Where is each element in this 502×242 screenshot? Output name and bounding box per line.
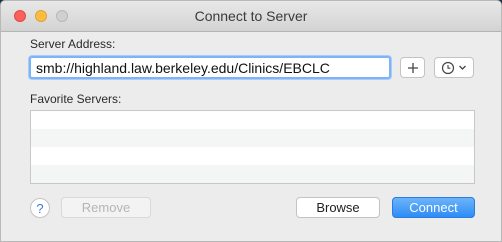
list-row — [31, 147, 474, 165]
favorite-servers-label: Favorite Servers: — [30, 92, 122, 106]
clock-icon — [441, 61, 455, 74]
connect-to-server-window: Connect to Server Server Address: Favori… — [0, 0, 502, 242]
title-bar: Connect to Server — [1, 1, 501, 32]
server-address-label: Server Address: — [30, 37, 116, 51]
chevron-down-icon — [459, 65, 466, 70]
favorite-servers-list[interactable] — [30, 110, 475, 184]
server-address-input[interactable] — [29, 56, 391, 79]
list-row — [31, 129, 474, 147]
remove-button: Remove — [61, 197, 151, 218]
browse-button[interactable]: Browse — [296, 197, 380, 218]
recent-servers-button[interactable] — [434, 57, 474, 78]
window-title: Connect to Server — [194, 8, 308, 24]
plus-icon — [407, 62, 418, 73]
connect-button[interactable]: Connect — [392, 197, 475, 218]
help-button[interactable]: ? — [30, 198, 50, 218]
list-row — [31, 165, 474, 183]
list-row — [31, 111, 474, 129]
add-favorite-button[interactable] — [400, 57, 425, 78]
